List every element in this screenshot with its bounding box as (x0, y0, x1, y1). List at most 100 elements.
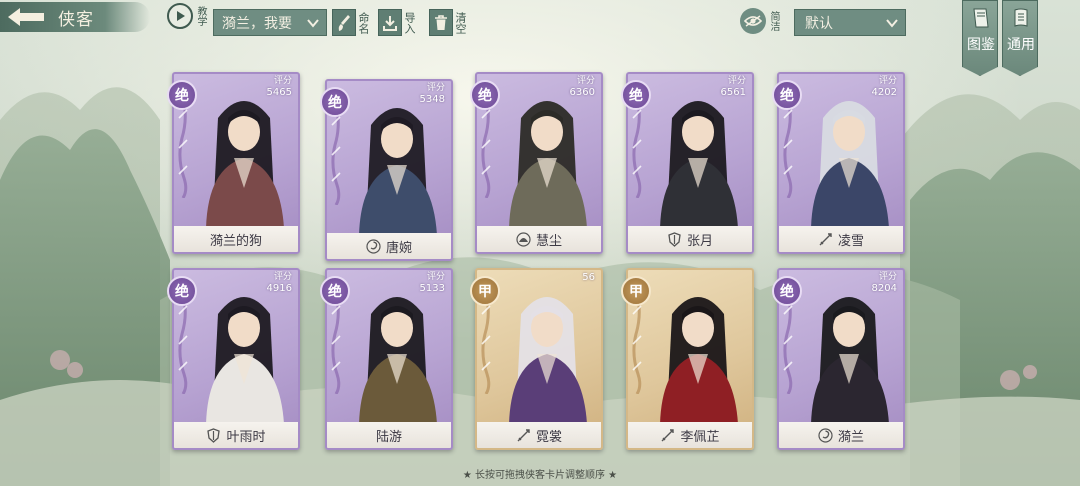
play-icon (167, 3, 193, 29)
sect-icon (818, 427, 833, 443)
grade-badge: 绝 (167, 80, 197, 110)
top-bar: 侠客 教学 漪兰，我要 命名 导入 清空 简洁 默认 图鉴 通用 (0, 0, 1080, 76)
score-value: 5133 (419, 283, 445, 294)
score-label: 评分 (576, 76, 595, 86)
preset-dropdown[interactable]: 漪兰，我要 (213, 9, 327, 36)
score-block: 评分 4202 (872, 76, 897, 98)
trash-icon (429, 9, 453, 36)
import-label: 导入 (403, 11, 416, 34)
sect-icon (207, 427, 221, 443)
grade-badge: 绝 (320, 87, 350, 117)
hero-name-bar: 陆游 (327, 422, 451, 448)
general-tab[interactable]: 通用 (1002, 0, 1038, 76)
simple-view-toggle[interactable]: 简洁 (740, 8, 779, 34)
hero-name-bar: 叶雨时 (174, 422, 298, 448)
hero-name-bar: 凌雪 (779, 226, 903, 252)
hero-name-bar: 霓裳 (477, 422, 601, 448)
hero-portrait (206, 101, 284, 228)
hero-name: 张月 (686, 233, 713, 249)
rename-button[interactable]: 命名 (332, 9, 370, 36)
score-block: 评分 4916 (267, 272, 292, 294)
score-value: 5465 (266, 87, 292, 98)
hero-name: 李佩芷 (680, 429, 720, 445)
brush-icon (332, 9, 356, 36)
grade-badge: 绝 (772, 276, 802, 306)
score-value: 5348 (419, 94, 445, 105)
hero-name: 漪兰的狗 (209, 233, 262, 249)
grade-badge: 绝 (320, 276, 350, 306)
eye-icon (740, 8, 766, 34)
download-icon (378, 9, 402, 36)
hero-name: 陆游 (375, 429, 402, 445)
scroll-icon (1014, 8, 1028, 27)
chevron-down-icon (886, 19, 898, 28)
hero-name-bar: 漪兰的狗 (174, 226, 298, 252)
tutorial-label: 教学 (195, 6, 206, 26)
grade-badge: 甲 (470, 276, 500, 306)
hero-portrait (811, 101, 889, 228)
score-block: 评分 6360 (570, 76, 595, 98)
sect-icon (517, 428, 530, 441)
rename-label: 命名 (357, 11, 370, 34)
sort-dropdown[interactable]: 默认 (794, 9, 906, 36)
sect-icon (516, 231, 531, 247)
hero-name: 凌雪 (837, 233, 864, 249)
score-label: 评分 (727, 76, 746, 86)
hero-portrait (811, 297, 889, 424)
hero-portrait (206, 297, 284, 424)
score-value: 8204 (871, 283, 897, 294)
score-label: 评分 (878, 76, 897, 86)
hero-name-bar: 唐婉 (327, 233, 451, 259)
back-arrow-icon (8, 8, 44, 26)
hero-portrait (660, 101, 738, 228)
book-icon (973, 8, 989, 28)
chevron-down-icon (307, 19, 319, 28)
hero-name: 唐婉 (385, 240, 412, 256)
page-title: 侠客 (58, 9, 94, 30)
hero-portrait (509, 297, 587, 424)
score-label: 评分 (426, 83, 445, 93)
hero-portrait (359, 108, 437, 235)
clear-button[interactable]: 清空 (429, 9, 467, 36)
score-value: 6561 (720, 87, 746, 98)
grade-badge: 绝 (772, 80, 802, 110)
atlas-tab[interactable]: 图鉴 (962, 0, 998, 76)
score-label: 评分 (273, 272, 292, 282)
score-value: 4202 (871, 87, 897, 98)
hero-name: 霓裳 (535, 429, 562, 445)
score-label: 评分 (426, 272, 445, 282)
grade-badge: 甲 (621, 276, 651, 306)
sort-value: 默认 (805, 15, 833, 32)
hero-name: 慧尘 (535, 233, 562, 249)
sect-icon (668, 231, 681, 247)
grade-badge: 绝 (470, 80, 500, 110)
general-label: 通用 (1007, 37, 1035, 53)
back-button[interactable]: 侠客 (0, 2, 150, 32)
hero-name-bar: 慧尘 (477, 226, 601, 252)
score-block: 评分 8204 (872, 272, 897, 294)
hero-name-bar: 漪兰 (779, 422, 903, 448)
score-label: 评分 (273, 76, 292, 86)
simple-view-label: 简洁 (768, 11, 779, 31)
sect-icon (661, 428, 675, 441)
hero-name-bar: 张月 (628, 226, 752, 252)
score-block: 评分 5465 (267, 76, 292, 98)
clear-label: 清空 (454, 11, 467, 34)
grade-badge: 绝 (621, 80, 651, 110)
score-value: 6360 (569, 87, 595, 98)
import-button[interactable]: 导入 (378, 9, 416, 36)
drag-hint: ★ 长按可拖拽侠客卡片调整顺序 ★ (462, 470, 618, 481)
score-block: 评分 5348 (420, 83, 445, 105)
sect-icon (366, 238, 381, 254)
tutorial-button[interactable]: 教学 (167, 3, 206, 29)
preset-value: 漪兰，我要 (222, 15, 292, 32)
hero-portrait (359, 297, 437, 424)
score-value: 4916 (266, 283, 292, 294)
grade-badge: 绝 (167, 276, 197, 306)
atlas-label: 图鉴 (967, 37, 995, 53)
score-block: 56 (582, 272, 595, 283)
hero-portrait (660, 297, 738, 424)
hero-name: 漪兰 (837, 429, 864, 445)
score-value: 56 (582, 272, 595, 283)
sect-icon (819, 232, 832, 245)
